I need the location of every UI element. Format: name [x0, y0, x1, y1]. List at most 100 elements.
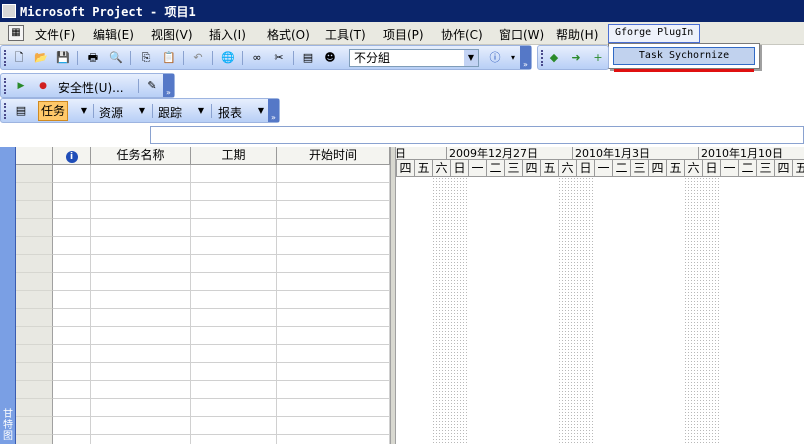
table-cell[interactable] — [53, 165, 91, 183]
row-header[interactable] — [16, 183, 53, 201]
duration-header[interactable]: 工期 — [191, 147, 277, 165]
task-name-header[interactable]: 任务名称 — [91, 147, 191, 165]
menu-file[interactable]: 文件(F) — [35, 26, 75, 43]
toolbar-options-chevron[interactable]: » — [163, 74, 174, 97]
row-header[interactable] — [16, 219, 53, 237]
start-time-header[interactable]: 开始时间 — [277, 147, 390, 165]
indicators-header[interactable]: i — [53, 147, 91, 165]
save-icon[interactable]: 💾 — [55, 50, 71, 66]
menu-help[interactable]: 帮助(H) — [556, 26, 598, 43]
table-cell[interactable] — [191, 309, 277, 327]
table-cell[interactable] — [191, 345, 277, 363]
row-header[interactable] — [16, 435, 53, 444]
row-header[interactable] — [16, 237, 53, 255]
chevron-down-icon[interactable]: ▼ — [134, 103, 150, 119]
table-cell[interactable] — [53, 417, 91, 435]
row-header[interactable] — [16, 273, 53, 291]
table-cell[interactable] — [53, 435, 91, 444]
toolbar-grip[interactable] — [4, 50, 7, 66]
table-cell[interactable] — [191, 381, 277, 399]
toolbar-options-chevron[interactable]: » — [268, 99, 279, 122]
toolbar-grip[interactable] — [4, 78, 7, 94]
task-synchronize-menu-item[interactable]: Task Sychornize — [613, 47, 755, 65]
table-cell[interactable] — [91, 201, 191, 219]
table-cell[interactable] — [91, 327, 191, 345]
table-cell[interactable] — [91, 381, 191, 399]
undo-icon[interactable]: ↶ — [190, 50, 206, 66]
table-cell[interactable] — [91, 273, 191, 291]
hyperlink-icon[interactable]: 🌐 — [220, 50, 236, 66]
table-cell[interactable] — [91, 435, 191, 444]
back-icon[interactable]: ◆ — [546, 50, 562, 66]
show-guide-icon[interactable]: ▤ — [13, 103, 29, 119]
tab-report[interactable]: 报表 — [218, 104, 242, 121]
table-cell[interactable] — [277, 237, 390, 255]
menu-window[interactable]: 窗口(W) — [499, 26, 544, 43]
table-cell[interactable] — [191, 399, 277, 417]
table-cell[interactable] — [53, 273, 91, 291]
table-cell[interactable] — [191, 165, 277, 183]
table-cell[interactable] — [53, 291, 91, 309]
assign-resources-icon[interactable]: ☻ — [322, 50, 338, 66]
copy-icon[interactable]: ⎘ — [138, 50, 154, 66]
chevron-down-icon[interactable]: ▼ — [464, 50, 478, 66]
row-header[interactable] — [16, 399, 53, 417]
menu-edit[interactable]: 编辑(E) — [93, 26, 134, 43]
table-cell[interactable] — [277, 345, 390, 363]
table-cell[interactable] — [53, 381, 91, 399]
table-cell[interactable] — [91, 399, 191, 417]
document-menu-icon[interactable]: ▦ — [8, 25, 24, 41]
run-icon[interactable]: ▶ — [13, 78, 29, 94]
table-cell[interactable] — [191, 201, 277, 219]
table-cell[interactable] — [191, 237, 277, 255]
chevron-down-icon[interactable]: ▾ — [505, 50, 521, 66]
toolbar-options-chevron[interactable]: » — [520, 46, 531, 69]
table-cell[interactable] — [191, 183, 277, 201]
table-cell[interactable] — [91, 291, 191, 309]
table-cell[interactable] — [191, 291, 277, 309]
table-cell[interactable] — [277, 381, 390, 399]
row-header[interactable] — [16, 291, 53, 309]
row-header[interactable] — [16, 165, 53, 183]
view-bar[interactable]: 甘特图 — [0, 147, 16, 444]
record-icon[interactable]: ● — [35, 78, 51, 94]
table-cell[interactable] — [91, 309, 191, 327]
menu-collaborate[interactable]: 协作(C) — [441, 26, 483, 43]
table-cell[interactable] — [277, 399, 390, 417]
security-label[interactable]: 安全性(U)... — [58, 79, 124, 96]
table-cell[interactable] — [53, 219, 91, 237]
table-cell[interactable] — [53, 183, 91, 201]
forward-icon[interactable]: ➜ — [568, 50, 584, 66]
table-cell[interactable] — [277, 273, 390, 291]
table-cell[interactable] — [53, 237, 91, 255]
add-icon[interactable]: + — [590, 50, 606, 66]
select-all-header[interactable] — [16, 147, 53, 165]
table-cell[interactable] — [191, 219, 277, 237]
print-icon[interactable]: 🖶 — [85, 50, 101, 66]
toolbar-grip[interactable] — [4, 103, 7, 119]
paste-icon[interactable]: 📋 — [161, 50, 177, 66]
menu-project[interactable]: 项目(P) — [383, 26, 424, 43]
macro-editor-icon[interactable]: ✎ — [144, 78, 160, 94]
tab-resource[interactable]: 资源 — [99, 104, 123, 121]
table-cell[interactable] — [91, 345, 191, 363]
menu-view[interactable]: 视图(V) — [151, 26, 193, 43]
table-cell[interactable] — [91, 183, 191, 201]
new-icon[interactable]: 🗋 — [11, 50, 27, 66]
table-cell[interactable] — [277, 327, 390, 345]
table-cell[interactable] — [91, 255, 191, 273]
table-cell[interactable] — [91, 219, 191, 237]
link-icon[interactable]: ∞ — [249, 50, 265, 66]
table-cell[interactable] — [53, 363, 91, 381]
row-header[interactable] — [16, 417, 53, 435]
table-cell[interactable] — [191, 363, 277, 381]
table-cell[interactable] — [277, 291, 390, 309]
table-cell[interactable] — [191, 255, 277, 273]
task-info-icon[interactable]: ▤ — [300, 50, 316, 66]
row-header[interactable] — [16, 255, 53, 273]
table-cell[interactable] — [53, 327, 91, 345]
table-cell[interactable] — [277, 435, 390, 444]
menu-tools[interactable]: 工具(T) — [325, 26, 366, 43]
row-header[interactable] — [16, 309, 53, 327]
table-cell[interactable] — [277, 309, 390, 327]
